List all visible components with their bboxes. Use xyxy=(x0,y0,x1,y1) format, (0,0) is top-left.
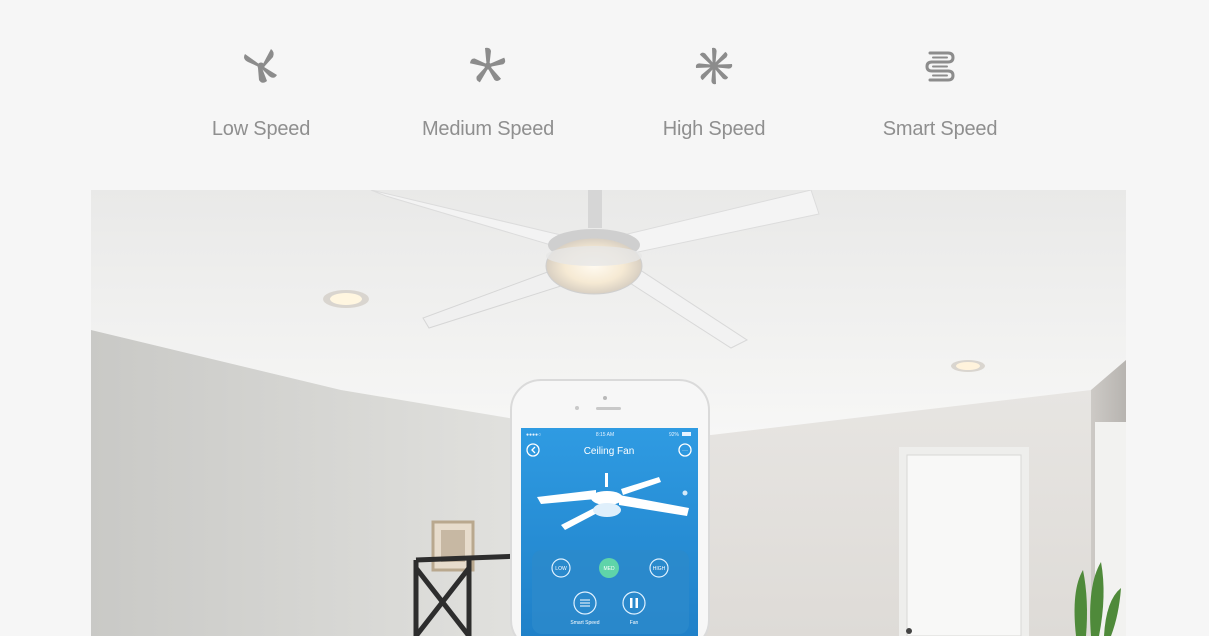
svg-text:●●●●○: ●●●●○ xyxy=(526,432,541,438)
smart-speed-button-label: Smart Speed xyxy=(570,620,599,626)
smart-speed-icon xyxy=(925,51,955,82)
fan-low-icon xyxy=(244,49,277,83)
fan-high-icon xyxy=(695,47,733,85)
app-title: Ceiling Fan xyxy=(584,446,635,457)
low-button-label: LOW xyxy=(555,566,567,572)
status-time: 8:15 AM xyxy=(596,432,614,438)
status-battery: 92% xyxy=(669,432,680,438)
door xyxy=(899,447,1029,636)
speed-modes-row: Low Speed Medium Speed High Speed Smart … xyxy=(0,0,1209,190)
med-button-label: MED xyxy=(603,566,615,572)
fan-button-label: Fan xyxy=(630,620,639,626)
smart-speed-option[interactable]: Smart Speed xyxy=(840,44,1040,141)
pause-icon xyxy=(630,598,633,608)
room-scene: ●●●●○ 8:15 AM 92% Ceiling Fan ··· LOW ME… xyxy=(91,190,1126,636)
svg-text:···: ··· xyxy=(682,448,688,454)
low-speed-option[interactable]: Low Speed xyxy=(161,44,361,141)
high-speed-option[interactable]: High Speed xyxy=(614,44,814,141)
high-speed-label: High Speed xyxy=(662,118,766,140)
smartphone: ●●●●○ 8:15 AM 92% Ceiling Fan ··· LOW ME… xyxy=(510,379,710,636)
low-speed-label: Low Speed xyxy=(211,118,311,140)
room-photo: ●●●●○ 8:15 AM 92% Ceiling Fan ··· LOW ME… xyxy=(91,190,1126,636)
medium-speed-option[interactable]: Medium Speed xyxy=(388,44,588,141)
smart-speed-label: Smart Speed xyxy=(882,118,998,140)
med-button[interactable]: MED xyxy=(599,558,619,578)
high-button-label: HIGH xyxy=(653,566,666,572)
fan-medium-icon xyxy=(469,47,507,83)
medium-speed-label: Medium Speed xyxy=(421,118,555,140)
